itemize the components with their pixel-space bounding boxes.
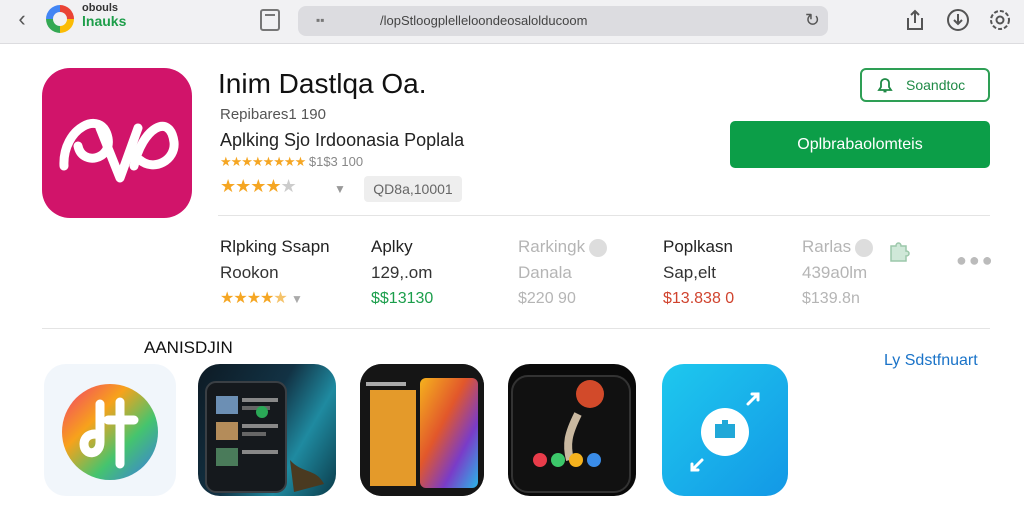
small-stars-icon: ★★★★★★★★ xyxy=(220,154,306,169)
app-screenshot[interactable] xyxy=(360,364,484,496)
rating-text: $1$3 100 xyxy=(308,154,364,169)
puzzle-icon[interactable] xyxy=(886,238,912,264)
stat-label: Rlpking Ssapn xyxy=(220,237,330,256)
star-icon: ★★★★ xyxy=(220,176,282,196)
section-title: AANISDJIN xyxy=(144,338,233,357)
browser-toolbar: ‹ obouls lnauks ▪▪ /lopStloogplelleloond… xyxy=(0,0,1024,44)
stat-value: $220 90 xyxy=(518,290,576,307)
brand-label: obouls lnauks xyxy=(82,2,126,28)
see-all-link[interactable]: Ly Sdstfnuart xyxy=(884,352,978,370)
share-icon[interactable] xyxy=(904,8,926,32)
rating-stars: ★★★★★ xyxy=(220,176,297,197)
app-screenshot[interactable] xyxy=(198,364,336,496)
tabs-icon[interactable] xyxy=(260,9,280,31)
stat-downloads: Aplky 129,.om $$13130 xyxy=(371,234,433,312)
info-icon[interactable] xyxy=(589,238,608,257)
install-button[interactable]: Oplbrabaolomteis xyxy=(730,121,990,168)
stat-rates: Rarlas 439a0lm $139.8n xyxy=(802,234,874,312)
app-icon xyxy=(42,68,192,218)
back-arrow-icon[interactable]: ‹ xyxy=(10,8,34,32)
phone-screenshot-icon xyxy=(205,381,324,493)
settings-gear-icon[interactable] xyxy=(988,8,1012,32)
chevron-down-icon[interactable]: ▼ xyxy=(334,182,346,196)
stat-value: $13.838 0 xyxy=(663,290,735,307)
app-logo-icon xyxy=(59,119,179,183)
app-developer[interactable]: Repibares1 190 xyxy=(220,106,326,123)
cast-app-icon xyxy=(690,392,760,472)
stat-stars: ★★★★★ ▼ xyxy=(220,286,330,312)
stat-popular: Poplkasn Sap,elt $13.838 0 xyxy=(663,234,734,312)
star-half-icon: ★ xyxy=(273,290,288,307)
stat-sublabel: Danala xyxy=(518,263,572,282)
address-bar[interactable]: ▪▪ /lopStloogplelleloondeosalolducoom ↻ xyxy=(298,6,828,36)
site-info-icon[interactable]: ▪▪ xyxy=(316,13,325,27)
downloads-badge: QD8a,10001 xyxy=(364,176,462,202)
wishlist-label: Soandtoc xyxy=(906,77,966,93)
stat-ranking: Rarkingk Danala $220 90 xyxy=(518,234,608,312)
app-title: Inim Dastlqa Oa. xyxy=(218,68,427,99)
divider xyxy=(218,215,990,216)
bell-icon xyxy=(877,78,893,93)
stat-value: $$13130 xyxy=(371,290,434,307)
stat-sublabel: Sap,elt xyxy=(663,263,716,282)
google-logo-icon[interactable] xyxy=(46,5,74,33)
rainbow-app-icon xyxy=(62,384,158,480)
star-empty-icon: ★ xyxy=(280,176,297,196)
brand-line2: lnauks xyxy=(82,13,127,29)
divider xyxy=(42,328,990,329)
address-text: /lopStloogplelleloondeosalolducoom xyxy=(380,13,588,28)
chevron-down-icon[interactable]: ▼ xyxy=(288,292,303,306)
stat-sublabel: Rookon xyxy=(220,263,279,282)
phone-screenshot-icon xyxy=(360,364,484,496)
stat-label: Aplky xyxy=(371,237,413,256)
star-icon: ★★★★ xyxy=(220,290,274,307)
stat-label: Rarlas xyxy=(802,237,852,256)
more-dots-icon[interactable]: ●●● xyxy=(956,250,995,271)
rating-summary: ★★★★★★★★ $1$3 100 xyxy=(220,154,363,170)
stat-sublabel: 129,.om xyxy=(371,263,433,282)
wishlist-button[interactable]: Soandtoc xyxy=(860,68,990,102)
download-icon[interactable] xyxy=(946,8,970,32)
phone-screenshot-icon xyxy=(511,375,631,493)
stat-sublabel: 439a0lm xyxy=(802,263,868,282)
stat-label: Poplkasn xyxy=(663,237,733,256)
stat-label: Rarkingk xyxy=(518,237,586,256)
reload-icon[interactable]: ↻ xyxy=(805,10,820,31)
app-screenshot[interactable] xyxy=(508,364,636,496)
stat-rating: Rlpking Ssapn Rookon ★★★★★ ▼ xyxy=(220,234,330,312)
app-category[interactable]: Aplking Sjo Irdoonasia Poplala xyxy=(220,130,464,151)
app-thumbnail[interactable] xyxy=(44,364,176,496)
stat-value: $139.8n xyxy=(802,290,860,307)
info-icon[interactable] xyxy=(855,238,874,257)
app-thumbnail[interactable] xyxy=(662,364,788,496)
